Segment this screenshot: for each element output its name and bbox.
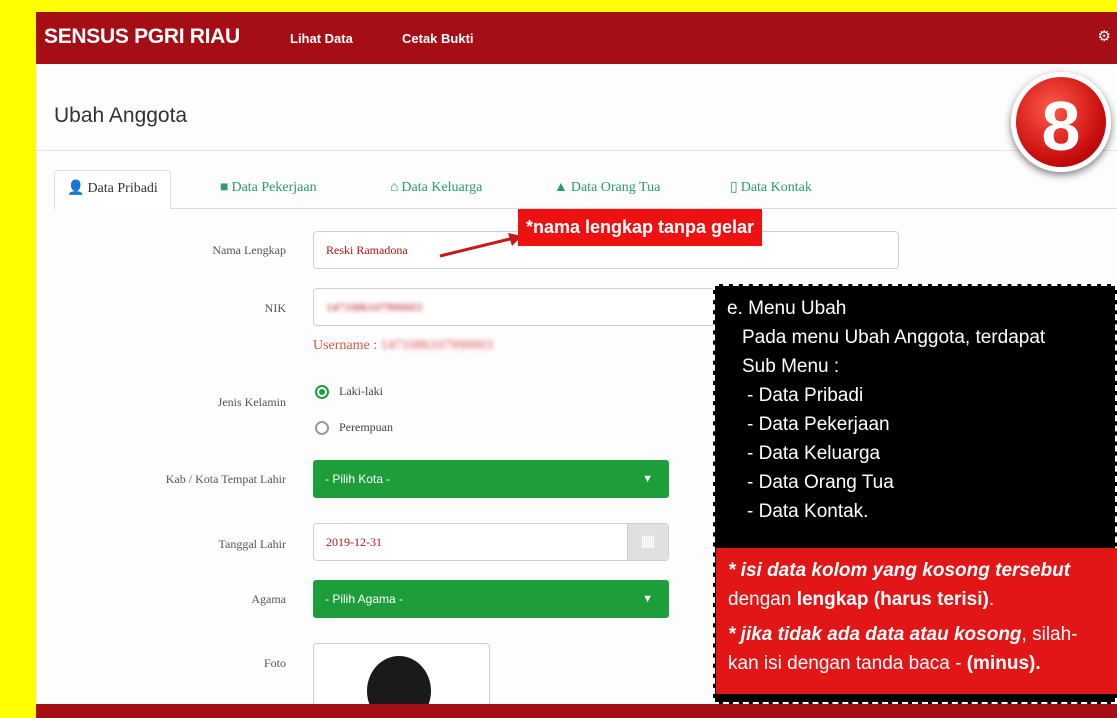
- user-icon: 👤: [67, 181, 85, 196]
- annotation-menu-desc-2: Sub Menu :: [742, 356, 840, 377]
- tab-data-orang-tua[interactable]: ▲ Data Orang Tua: [554, 170, 660, 207]
- username-hint: Username : 1471086107990003: [313, 338, 493, 354]
- tab-bar: 👤 Data Pribadi ■ Data Pekerjaan ⌂ Data Kelu…: [54, 170, 1117, 210]
- annotation-menu-item: - Data Keluarga: [747, 443, 881, 464]
- nik-value: 1471086107990003: [326, 300, 422, 314]
- annotation-arrow-icon: [439, 233, 522, 258]
- home-icon: ⌂: [390, 180, 399, 195]
- step-number-badge: 8: [1011, 72, 1111, 172]
- note1-italic: * isi data kolom yang kosong tersebut: [728, 560, 1071, 581]
- jenis-kelamin-label: Jenis Kelamin: [217, 395, 286, 409]
- tab-data-pribadi[interactable]: 👤 Data Pribadi: [54, 170, 171, 210]
- annotation-nama-tag: *nama lengkap tanpa gelar: [518, 209, 763, 246]
- gear-icon[interactable]: ⚙: [1098, 27, 1111, 45]
- annotation-menu-desc-1: Pada menu Ubah Anggota, terdapat: [742, 327, 1046, 348]
- nama-lengkap-label: Nama Lengkap: [212, 243, 286, 257]
- page-title: Ubah Anggota: [54, 104, 188, 127]
- foto-label: Foto: [263, 656, 286, 670]
- username-value: 1471086107990003: [380, 338, 493, 353]
- book-icon: ■: [220, 180, 229, 195]
- calendar-icon[interactable]: ▦: [627, 524, 668, 560]
- nav-lihat-data[interactable]: Lihat Data: [290, 31, 353, 46]
- annotation-note-box: * isi data kolom yang kosong tersebut de…: [716, 548, 1117, 694]
- radio-perempuan[interactable]: Perempuan: [315, 420, 393, 436]
- radio-laki-laki[interactable]: Laki-laki: [315, 384, 383, 400]
- agama-label: Agama: [251, 592, 286, 606]
- agama-select[interactable]: - Pilih Agama - ▼: [313, 580, 669, 618]
- annotation-menu-item: - Data Pekerjaan: [747, 414, 890, 435]
- top-navbar: SENSUS PGRI RIAU Lihat Data Cetak Bukti …: [36, 12, 1117, 64]
- kota-select[interactable]: - Pilih Kota - ▼: [313, 460, 669, 498]
- nav-cetak-bukti[interactable]: Cetak Bukti: [402, 31, 474, 46]
- annotation-menu-item: - Data Pribadi: [747, 385, 864, 406]
- tanggal-lahir-input[interactable]: 2019-12-31 ▦: [313, 523, 669, 561]
- tanggal-lahir-label: Tanggal Lahir: [218, 537, 286, 551]
- note2-bold: (minus).: [966, 653, 1041, 674]
- caret-down-icon: ▼: [642, 593, 653, 605]
- note2-italic: * jika tidak ada data atau kosong: [728, 624, 1022, 645]
- nik-label: NIK: [264, 301, 286, 315]
- caret-down-icon: ▼: [642, 473, 653, 485]
- brand-logo-text[interactable]: SENSUS PGRI RIAU: [44, 25, 240, 49]
- note1-bold: lengkap (harus terisi): [796, 589, 989, 610]
- divider: [36, 150, 1117, 151]
- annotation-menu-item: - Data Orang Tua: [747, 472, 894, 493]
- bottom-navbar: SENSUS PGRI RIAU Lihat Data Cetak Bukti: [36, 704, 1117, 718]
- username-label: Username :: [313, 338, 378, 353]
- phone-icon: ▯: [730, 180, 738, 195]
- tab-data-pekerjaan[interactable]: ■ Data Pekerjaan: [220, 170, 317, 207]
- annotation-menu-item: - Data Kontak.: [747, 501, 869, 522]
- kota-label: Kab / Kota Tempat Lahir: [165, 472, 286, 486]
- tab-data-keluarga[interactable]: ⌂ Data Keluarga: [390, 170, 482, 207]
- tree-icon: ▲: [554, 180, 568, 195]
- app-window: SENSUS PGRI RIAU Lihat Data Cetak Bukti …: [36, 12, 1117, 718]
- tab-data-kontak[interactable]: ▯ Data Kontak: [730, 170, 812, 207]
- radio-checked-icon: [315, 385, 329, 400]
- annotation-menu-title: e. Menu Ubah: [727, 298, 847, 319]
- radio-unchecked-icon: [315, 421, 329, 436]
